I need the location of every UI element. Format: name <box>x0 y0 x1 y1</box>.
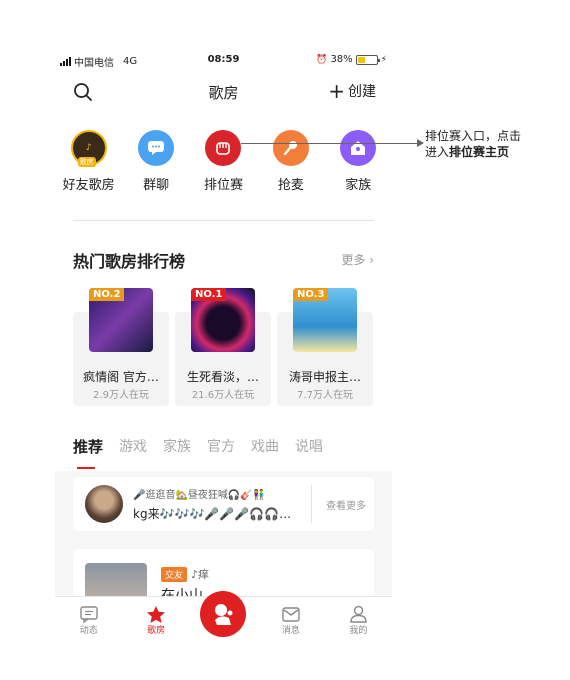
room-online: 2.9万人在玩 <box>93 390 149 401</box>
room-user: ♪痒 <box>191 568 210 581</box>
alarm-icon: ⏰ <box>316 54 328 65</box>
fist-icon <box>205 130 242 166</box>
rank-badge: NO.2 <box>89 288 125 301</box>
tab-recommend[interactable]: 推荐 <box>73 436 103 469</box>
tab-official[interactable]: 官方 <box>207 436 235 456</box>
more-label: 更多 <box>341 253 366 267</box>
tabbar-feed[interactable]: 动态 <box>55 597 122 642</box>
category-label: 排位赛 <box>203 178 243 193</box>
callout-prefix: 进入 <box>425 145 450 159</box>
recommend-card[interactable]: 🎤逛逛音🏡昼夜狂喊🎧🎸👫 kg来🎶🎶🎶🎤🎤🎤🎧🎧… 查看更多 <box>73 477 374 531</box>
room-name: 生死看淡，… <box>186 370 259 384</box>
category-group-chat[interactable]: 群聊 <box>126 130 186 193</box>
room-name: 涛哥申报主… <box>288 370 361 384</box>
room-tag: 交友 <box>161 567 188 582</box>
tabbar-label: 动态 <box>79 626 98 636</box>
message-icon <box>257 605 324 623</box>
category-grab-mic[interactable]: 抢麦 <box>261 130 321 193</box>
callout-line-1: 排位赛入口，点击 <box>425 129 522 143</box>
divider <box>311 485 312 523</box>
category-label: 好友歌房 <box>62 178 115 193</box>
nav-bar: 歌房 + 创建 <box>55 70 392 114</box>
tab-bar: 动态 歌房 消息 我的 <box>55 591 392 642</box>
hot-room-card[interactable]: NO.1 生死看淡，… 21.6万人在玩 <box>175 288 271 406</box>
star-icon <box>122 605 189 623</box>
category-ranked-match[interactable]: 排位赛 <box>193 130 253 193</box>
chat-bubble-icon <box>138 130 175 166</box>
category-label: 群聊 <box>143 178 170 193</box>
category-tabs: 推荐 游戏 家族 官方 戏曲 说唱 <box>55 421 392 471</box>
recommend-line-1: 🎤逛逛音🏡昼夜狂喊🎧🎸👫 <box>133 490 266 501</box>
friend-room-avatar: ♪ 歌房 <box>70 130 107 167</box>
rank-badge: NO.1 <box>191 288 227 301</box>
category-label: 抢麦 <box>277 178 304 193</box>
callout-arrow <box>417 139 424 147</box>
tabbar-profile[interactable]: 我的 <box>325 597 392 642</box>
category-friend-room[interactable]: ♪ 歌房 好友歌房 <box>59 130 119 193</box>
more-link[interactable]: 更多 › <box>341 251 374 268</box>
tabbar-label: 歌房 <box>147 626 166 636</box>
create-label: 创建 <box>348 84 376 100</box>
tabbar-label: 消息 <box>281 626 300 636</box>
callout-line <box>241 143 421 144</box>
room-cover: NO.2 <box>89 288 153 352</box>
tab-family[interactable]: 家族 <box>163 436 191 456</box>
tab-opera[interactable]: 戏曲 <box>251 436 279 456</box>
room-cover: NO.1 <box>191 288 255 352</box>
section-title: 热门歌房排行榜 <box>73 252 186 271</box>
tabbar-rooms[interactable]: 歌房 <box>122 597 189 642</box>
hot-room-card[interactable]: NO.2 疯情阁 官方… 2.9万人在玩 <box>73 288 169 406</box>
callout-annotation: 排位赛入口，点击 进入排位赛主页 <box>425 128 560 160</box>
charging-icon: ⚡ <box>380 54 387 65</box>
avatar <box>85 485 123 523</box>
category-label: 家族 <box>345 178 372 193</box>
mic-icon <box>272 130 309 166</box>
plus-icon: + <box>328 79 345 103</box>
room-name: 疯情阁 官方… <box>83 370 159 384</box>
room-online: 7.7万人在玩 <box>297 390 353 401</box>
sing-button[interactable] <box>200 591 246 637</box>
category-family[interactable]: 家族 <box>328 130 388 193</box>
battery-icon <box>355 54 380 65</box>
hot-room-card[interactable]: NO.3 涛哥申报主… 7.7万人在玩 <box>277 288 373 406</box>
tab-games[interactable]: 游戏 <box>119 436 147 456</box>
rank-badge: NO.3 <box>293 288 329 301</box>
tabbar-messages[interactable]: 消息 <box>257 597 324 642</box>
battery-percent: 38% <box>330 54 353 65</box>
feed-icon <box>55 605 122 623</box>
tab-rap[interactable]: 说唱 <box>295 436 323 456</box>
sing-button-icon <box>215 604 233 625</box>
hot-rooms-section: 热门歌房排行榜 更多 › NO.2 疯情阁 官方… 2.9万人在玩 NO.1 生… <box>55 226 392 421</box>
room-online: 21.6万人在玩 <box>191 390 255 401</box>
create-button[interactable]: + 创建 <box>328 81 376 101</box>
divider <box>73 220 374 221</box>
chevron-right-icon: › <box>369 253 374 267</box>
status-bar: 中国电信 4G 08:59 ⏰ 38% ⚡ <box>55 50 392 70</box>
home-icon <box>340 130 377 166</box>
recommend-line-2: kg来🎶🎶🎶🎤🎤🎤🎧🎧… <box>133 507 292 521</box>
callout-bold: 排位赛主页 <box>449 145 510 159</box>
phone-screen: 中国电信 4G 08:59 ⏰ 38% ⚡ 歌房 + 创建 ♪ 歌房 好友歌房 <box>55 50 392 642</box>
room-cover: NO.3 <box>293 288 357 352</box>
room-badge: 歌房 <box>77 157 96 167</box>
category-row: ♪ 歌房 好友歌房 群聊 排位赛 抢麦 家族 <box>55 130 392 193</box>
view-more-link[interactable]: 查看更多 <box>326 497 366 512</box>
tabbar-label: 我的 <box>349 626 368 636</box>
profile-icon <box>325 605 392 623</box>
